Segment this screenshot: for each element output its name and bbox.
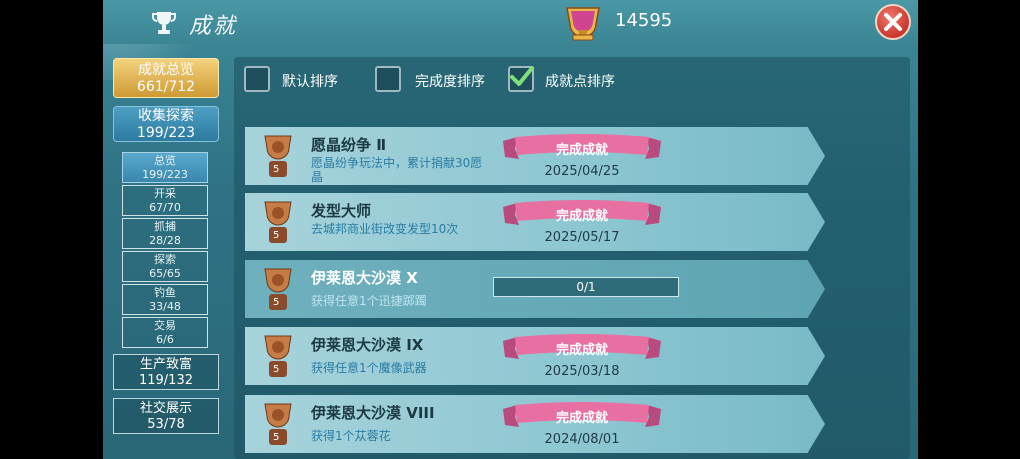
close-icon [884,13,902,31]
sidebar-subitem-overview[interactable]: 总览 199/223 [122,152,208,183]
sidebar-collect-button[interactable]: 收集探索 199/223 [113,106,219,142]
achievement-date: 2024/08/01 [544,432,620,447]
subitem-count: 6/6 [156,333,174,346]
checkmark-icon [510,66,534,86]
medal-level: 5 [273,364,280,375]
sidebar-overview-label: 成就总览 [138,62,194,78]
sidebar-social-label: 社交展示 [139,401,192,416]
medal-level: 5 [273,230,280,241]
achievement-progress: 0/1 [493,277,679,297]
subitem-label: 钓鱼 [154,286,176,299]
sidebar-collect-count: 199/223 [136,125,196,141]
medal-level: 5 [273,432,280,443]
subitem-count: 33/48 [149,300,181,313]
achievement-name: 伊莱恩大沙漠 IX [311,336,424,354]
achievement-date: 2025/03/18 [544,364,620,379]
sidebar-collect-label: 收集探索 [138,108,194,124]
sort-completion-label: 完成度排序 [415,74,485,90]
achievement-row[interactable]: 5 伊莱恩大沙漠 X 获得任意1个迅捷踯躅 0/1 [245,260,825,318]
achievement-status: 完成成就 [555,343,608,358]
sidebar-overview-count: 661/712 [136,79,196,95]
achievement-desc: 愿晶纷争玩法中，累计捐献30愿晶 [311,156,483,184]
achievement-name: 伊莱恩大沙漠 X [311,269,418,287]
achievement-status: 完成成就 [555,411,608,426]
achievement-row[interactable]: 5 愿晶纷争 Ⅱ 愿晶纷争玩法中，累计捐献30愿晶 完成成就 2025/04/2… [245,127,825,185]
achievement-desc: 获得任意1个迅捷踯躅 [311,294,427,308]
subitem-label: 抓捕 [154,220,176,233]
close-button[interactable] [875,4,911,40]
sidebar-subitem-explore[interactable]: 探索 65/65 [122,251,208,282]
subitem-count: 28/28 [149,234,181,247]
achievement-desc: 获得任意1个魔像武器 [311,361,427,375]
trophy-icon [152,12,176,34]
achievement-row[interactable]: 5 发型大师 去城邦商业街改变发型10次 完成成就 2025/05/17 [245,193,825,251]
sidebar-subitem-capture[interactable]: 抓捕 28/28 [122,218,208,249]
achievement-name: 发型大师 [311,202,372,220]
sidebar-subitem-fishing[interactable]: 钓鱼 33/48 [122,284,208,315]
sidebar-production-count: 119/132 [138,373,193,388]
sidebar-subitem-mining[interactable]: 开采 67/70 [122,185,208,216]
achievement-name: 愿晶纷争 Ⅱ [311,136,387,154]
achievement-date: 2025/04/25 [544,164,620,179]
sidebar-production-button[interactable]: 生产致富 119/132 [113,354,219,390]
sort-default-label: 默认排序 [282,74,338,90]
medal-level: 5 [273,297,280,308]
achievement-score: 14595 [615,10,673,31]
achievement-desc: 获得1个苁蓉花 [311,429,391,443]
achievement-status: 完成成就 [555,209,608,224]
subitem-label: 总览 [154,154,176,167]
achievement-row[interactable]: 5 伊莱恩大沙漠 VIII 获得1个苁蓉花 完成成就 2024/08/01 [245,395,825,453]
achievement-points-cup-icon [566,7,600,41]
subitem-count: 199/223 [142,168,188,181]
achievement-date: 2025/05/17 [544,230,620,245]
subitem-label: 开采 [154,187,176,200]
subitem-count: 65/65 [149,267,181,280]
sidebar-overview-button[interactable]: 成就总览 661/712 [113,58,219,98]
achievement-name: 伊莱恩大沙漠 VIII [311,404,435,422]
subitem-label: 探索 [154,253,176,266]
sort-points-checkbox[interactable] [508,66,534,92]
subitem-count: 67/70 [149,201,181,214]
sort-points-label: 成就点排序 [545,74,615,90]
sidebar-social-button[interactable]: 社交展示 53/78 [113,398,219,434]
sort-completion-checkbox[interactable] [375,66,401,92]
subitem-label: 交易 [154,319,176,332]
achievement-panel: 成就 14595 成就总览 661/712 收集探索 199/223 总览 19… [103,0,918,459]
sidebar-production-label: 生产致富 [139,357,192,372]
page-title: 成就 [189,14,238,39]
achievement-status: 完成成就 [555,143,608,158]
sort-default-checkbox[interactable] [244,66,270,92]
sidebar-subitem-trade[interactable]: 交易 6/6 [122,317,208,348]
achievement-desc: 去城邦商业街改变发型10次 [311,222,459,236]
sidebar-social-count: 53/78 [147,417,185,432]
achievement-row[interactable]: 5 伊莱恩大沙漠 IX 获得任意1个魔像武器 完成成就 2025/03/18 [245,327,825,385]
medal-level: 5 [273,164,280,175]
